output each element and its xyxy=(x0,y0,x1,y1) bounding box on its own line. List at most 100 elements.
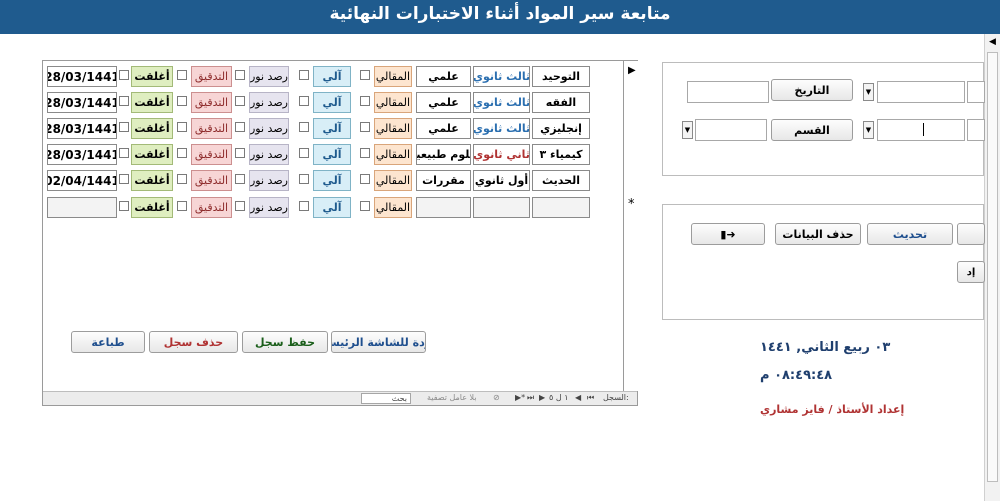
date-cell[interactable]: 02/04/1441 xyxy=(47,170,117,191)
rasd-noor-cell: رصد نور xyxy=(249,66,289,87)
chevron-down-icon[interactable]: ▼ xyxy=(863,121,874,139)
closed-cell: أغلقت xyxy=(131,144,173,165)
vertical-scrollbar[interactable]: ◀ xyxy=(984,34,1000,501)
checkbox[interactable] xyxy=(119,174,129,184)
next-record-icon[interactable]: ▶ xyxy=(539,393,545,402)
rasd-noor-cell: رصد نور xyxy=(249,144,289,165)
checkbox[interactable] xyxy=(360,201,370,211)
checkbox[interactable] xyxy=(177,70,187,80)
checkbox[interactable] xyxy=(235,201,245,211)
checkbox[interactable] xyxy=(235,122,245,132)
update-button[interactable]: تحديث xyxy=(867,223,953,245)
grade-cell[interactable]: أول ثانوي xyxy=(473,170,530,191)
tadqeeq-cell: التدقيق xyxy=(191,66,232,87)
print-button[interactable]: طباعة xyxy=(71,331,145,353)
date-input[interactable] xyxy=(687,81,769,103)
track-cell[interactable]: علمي xyxy=(416,66,471,87)
exit-button[interactable]: ▮➜ xyxy=(691,223,765,245)
checkbox[interactable] xyxy=(177,201,187,211)
subject-cell[interactable]: الفقه xyxy=(532,92,590,113)
hidden-field[interactable] xyxy=(967,81,985,103)
essay-cell: المقالي xyxy=(374,92,412,113)
checkbox[interactable] xyxy=(299,148,309,158)
closed-cell: أغلقت xyxy=(131,118,173,139)
record-pointer-icon: ▶ xyxy=(628,65,636,76)
checkbox[interactable] xyxy=(299,201,309,211)
save-record-button[interactable]: حفظ سجل xyxy=(242,331,328,353)
subject-cell[interactable]: التوحيد xyxy=(532,66,590,87)
hijri-date: ٠٣ ربيع الثاني, ١٤٤١ xyxy=(760,340,891,355)
track-cell[interactable]: مقررات xyxy=(416,170,471,191)
checkbox[interactable] xyxy=(119,70,129,80)
checkbox[interactable] xyxy=(235,70,245,80)
checkbox[interactable] xyxy=(360,96,370,106)
auto-cell: آلي xyxy=(313,66,351,87)
grade-cell[interactable]: ثالث ثانوي xyxy=(473,66,530,87)
tadqeeq-cell: التدقيق xyxy=(191,118,232,139)
checkbox[interactable] xyxy=(119,148,129,158)
checkbox[interactable] xyxy=(299,70,309,80)
checkbox[interactable] xyxy=(177,122,187,132)
filter-icon[interactable]: ⊘ xyxy=(493,393,500,402)
grade-cell[interactable] xyxy=(473,197,530,218)
date-cell[interactable]: 28/03/1441 xyxy=(47,118,117,139)
track-cell[interactable]: علوم طبيعية xyxy=(416,144,471,165)
date-cell[interactable]: 28/03/1441 xyxy=(47,144,117,165)
record-position[interactable]: ١ ل ٥ xyxy=(549,393,569,402)
section-label: القسم xyxy=(771,119,853,141)
new-record-marker: * xyxy=(628,197,635,212)
checkbox[interactable] xyxy=(299,122,309,132)
no-filter-label[interactable]: بلا عامل تصفية xyxy=(427,393,477,402)
chevron-down-icon[interactable]: ▼ xyxy=(682,121,693,139)
checkbox[interactable] xyxy=(360,70,370,80)
home-button[interactable]: عودة للشاشة الرئيسية xyxy=(331,331,426,353)
track-cell[interactable]: علمي xyxy=(416,92,471,113)
delete-data-button[interactable]: حذف البيانات xyxy=(775,223,861,245)
record-selector-column[interactable]: ▶ * xyxy=(623,61,639,391)
date-cell[interactable] xyxy=(47,197,117,218)
search-input[interactable]: بحث xyxy=(361,393,411,404)
hidden-field[interactable] xyxy=(967,119,985,141)
grade-cell[interactable]: ثالث ثانوي xyxy=(473,118,530,139)
checkbox[interactable] xyxy=(177,174,187,184)
date-cell[interactable]: 28/03/1441 xyxy=(47,66,117,87)
checkbox[interactable] xyxy=(299,174,309,184)
partial-button[interactable] xyxy=(957,223,985,245)
delete-record-button[interactable]: حذف سجل xyxy=(149,331,238,353)
scroll-up-arrow-icon[interactable]: ◀ xyxy=(989,37,996,47)
tadqeeq-cell: التدقيق xyxy=(191,92,232,113)
date-combo-input[interactable] xyxy=(877,81,965,103)
checkbox[interactable] xyxy=(360,122,370,132)
last-record-icon[interactable]: ⏭ xyxy=(527,393,534,403)
checkbox[interactable] xyxy=(119,96,129,106)
track-cell[interactable]: علمي xyxy=(416,118,471,139)
partial-button-2[interactable]: إد xyxy=(957,261,985,283)
date-cell[interactable]: 28/03/1441 xyxy=(47,92,117,113)
scroll-thumb[interactable] xyxy=(987,52,998,482)
checkbox[interactable] xyxy=(119,122,129,132)
section-value-input[interactable] xyxy=(695,119,767,141)
grade-cell[interactable]: ثالث ثانوي xyxy=(473,92,530,113)
subject-cell[interactable] xyxy=(532,197,590,218)
checkbox[interactable] xyxy=(360,148,370,158)
checkbox[interactable] xyxy=(235,96,245,106)
checkbox[interactable] xyxy=(177,148,187,158)
checkbox[interactable] xyxy=(177,96,187,106)
checkbox[interactable] xyxy=(235,148,245,158)
first-record-icon[interactable]: ⏮ xyxy=(587,393,594,403)
subject-cell[interactable]: كيمياء ٣ xyxy=(532,144,590,165)
subject-cell[interactable]: إنجليزي xyxy=(532,118,590,139)
checkbox[interactable] xyxy=(299,96,309,106)
checkbox[interactable] xyxy=(360,174,370,184)
grade-cell[interactable]: ثاني ثانوي xyxy=(473,144,530,165)
track-cell[interactable] xyxy=(416,197,471,218)
auto-cell: آلي xyxy=(313,144,351,165)
chevron-down-icon[interactable]: ▼ xyxy=(863,83,874,101)
checkbox[interactable] xyxy=(119,201,129,211)
previous-record-icon[interactable]: ◀ xyxy=(575,393,581,402)
subject-cell[interactable]: الحديث xyxy=(532,170,590,191)
checkbox[interactable] xyxy=(235,174,245,184)
section-combo-input[interactable] xyxy=(877,119,965,141)
new-record-nav-icon[interactable]: ▶* xyxy=(515,393,525,402)
auto-cell: آلي xyxy=(313,92,351,113)
